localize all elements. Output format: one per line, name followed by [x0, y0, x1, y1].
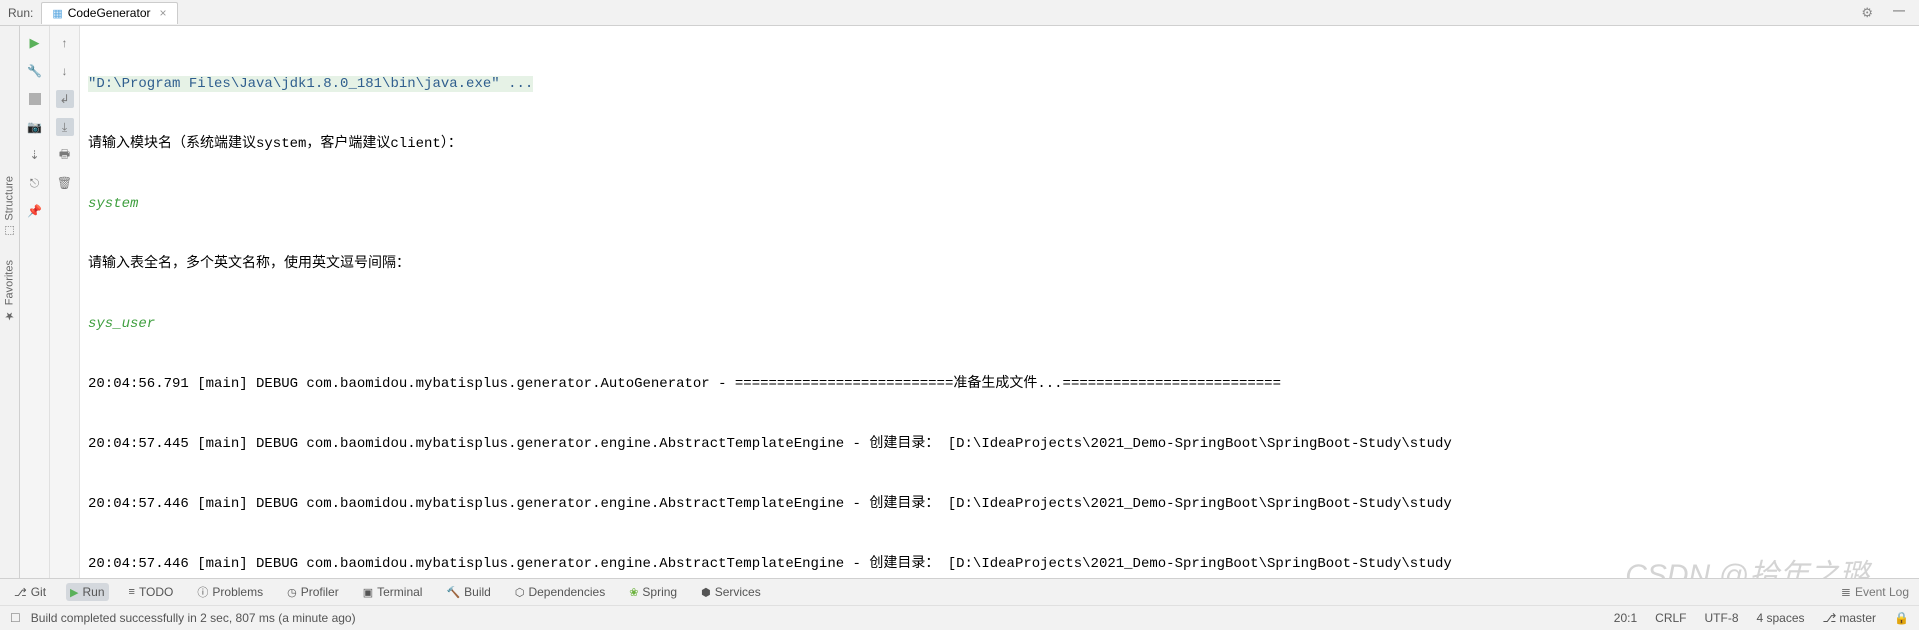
structure-tool[interactable]: ⬚ Structure [3, 176, 16, 238]
minimize-icon[interactable]: — [1883, 3, 1915, 23]
prompt-line: 请输入表全名，多个英文名称，使用英文逗号间隔： [88, 254, 1919, 274]
indent-setting[interactable]: 4 spaces [1757, 611, 1805, 625]
branch-icon: ⎇ [1823, 611, 1837, 625]
console-output[interactable]: "D:\Program Files\Java\jdk1.8.0_181\bin\… [80, 26, 1919, 578]
structure-icon: ⬚ [3, 225, 16, 238]
tool-dependencies[interactable]: ⬡ Dependencies [511, 583, 609, 601]
tool-git[interactable]: ⎇ Git [10, 583, 50, 601]
gear-icon[interactable]: ⚙ [1851, 5, 1883, 21]
scroll-end-icon[interactable]: ⤓ [56, 118, 74, 136]
tab-label: CodeGenerator [68, 6, 151, 20]
tool-services[interactable]: ⬢ Services [697, 583, 765, 601]
down-icon[interactable]: ↓ [56, 62, 74, 80]
tool-build[interactable]: 🔨 Build [442, 583, 494, 601]
build-status-message: Build completed successfully in 2 sec, 8… [31, 611, 356, 625]
stop-icon[interactable] [26, 90, 44, 108]
terminal-icon: ▣ [363, 586, 373, 599]
wrench-icon[interactable]: 🔧 [26, 62, 44, 80]
git-icon: ⎇ [14, 586, 27, 599]
user-input-line: sys_user [88, 314, 1919, 334]
left-tool-strip: ⬚ Structure ★ Favorites [0, 26, 20, 578]
soft-wrap-icon[interactable]: ↲ [56, 90, 74, 108]
event-log-icon: ≣ [1841, 585, 1851, 599]
command-line: "D:\Program Files\Java\jdk1.8.0_181\bin\… [88, 76, 533, 92]
dependencies-icon: ⬡ [515, 586, 525, 599]
log-line: 20:04:57.446 [main] DEBUG com.baomidou.m… [88, 554, 1919, 574]
tool-todo[interactable]: ≡ TODO [125, 583, 178, 601]
build-icon: 🔨 [446, 586, 460, 599]
dump-icon[interactable]: ⇣ [26, 146, 44, 164]
run-tab-codegenerator[interactable]: ▦ CodeGenerator × [41, 2, 177, 24]
tool-event-log[interactable]: ≣ Event Log [1841, 585, 1909, 599]
git-branch[interactable]: ⎇ master [1823, 611, 1877, 625]
run-label: Run: [4, 6, 41, 20]
run-panel-body: ⬚ Structure ★ Favorites ▶ 🔧 📷 ⇣ ⎋ 📌 ↑ ↓ … [0, 26, 1919, 578]
print-icon[interactable]: 🖶 [56, 146, 74, 164]
close-icon[interactable]: × [159, 6, 166, 20]
log-line: 20:04:56.791 [main] DEBUG com.baomidou.m… [88, 374, 1919, 394]
log-line: 20:04:57.445 [main] DEBUG com.baomidou.m… [88, 434, 1919, 454]
user-input-line: system [88, 194, 1919, 214]
tool-profiler[interactable]: ◷ Profiler [283, 583, 343, 601]
profiler-icon: ◷ [287, 586, 297, 599]
tool-run[interactable]: ▶ Run [66, 583, 108, 601]
run-gutter-left: ▶ 🔧 📷 ⇣ ⎋ 📌 [20, 26, 50, 578]
application-icon: ▦ [52, 7, 62, 20]
tool-problems[interactable]: ⓘ Problems [193, 582, 267, 602]
problems-icon: ⓘ [197, 584, 208, 600]
cursor-position[interactable]: 20:1 [1614, 611, 1637, 625]
services-icon: ⬢ [701, 586, 711, 599]
tool-spring[interactable]: ❀ Spring [625, 583, 681, 601]
up-icon[interactable]: ↑ [56, 34, 74, 52]
bottom-tool-bar: ⎇ Git ▶ Run ≡ TODO ⓘ Problems ◷ Profiler… [0, 578, 1919, 605]
delete-icon[interactable]: 🗑 [56, 174, 74, 192]
file-encoding[interactable]: UTF-8 [1705, 611, 1739, 625]
favorites-tool[interactable]: ★ Favorites [3, 260, 16, 322]
status-build-icon: ☐ [10, 611, 21, 625]
log-line: 20:04:57.446 [main] DEBUG com.baomidou.m… [88, 494, 1919, 514]
lock-icon[interactable]: 🔒 [1894, 611, 1909, 625]
run-panel-header: Run: ▦ CodeGenerator × ⚙ — [0, 0, 1919, 26]
tool-terminal[interactable]: ▣ Terminal [359, 583, 427, 601]
play-icon: ▶ [70, 586, 78, 599]
star-icon: ★ [3, 309, 16, 322]
line-separator[interactable]: CRLF [1655, 611, 1686, 625]
run-gutter-right: ↑ ↓ ↲ ⤓ 🖶 🗑 [50, 26, 80, 578]
rerun-icon[interactable]: ▶ [26, 34, 44, 52]
todo-icon: ≡ [129, 586, 135, 598]
prompt-line: 请输入模块名（系统端建议system，客户端建议client）： [88, 134, 1919, 154]
spring-icon: ❀ [629, 586, 638, 599]
exit-icon[interactable]: ⎋ [26, 174, 44, 192]
status-bar: ☐ Build completed successfully in 2 sec,… [0, 605, 1919, 630]
pin-icon[interactable]: 📌 [26, 202, 44, 220]
screenshot-icon[interactable]: 📷 [26, 118, 44, 136]
